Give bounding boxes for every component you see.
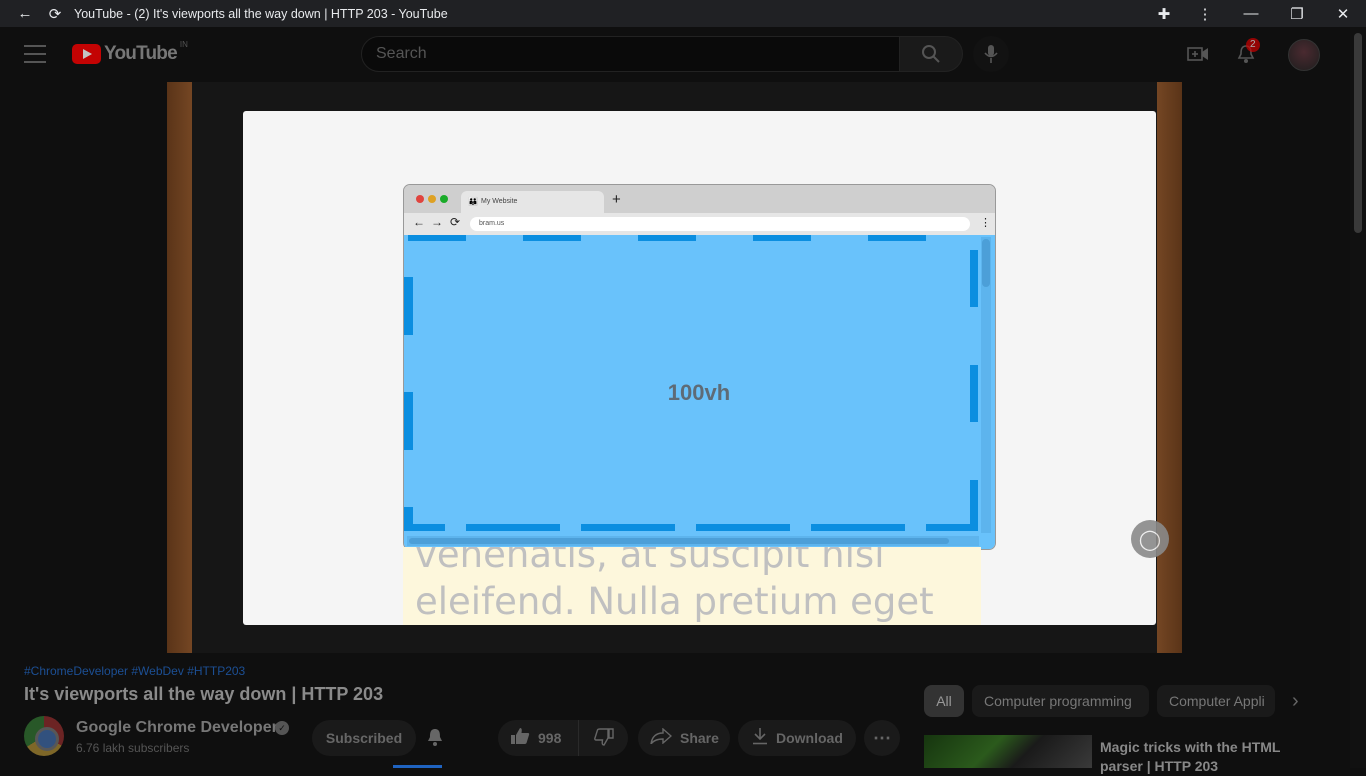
like-button[interactable]: 998 bbox=[498, 720, 578, 756]
page-scrollbar-thumb[interactable] bbox=[1354, 33, 1362, 233]
mock-close-dot bbox=[416, 195, 424, 203]
like-count: 998 bbox=[538, 730, 562, 746]
browser-menu-icon[interactable]: ⋮ bbox=[1182, 0, 1228, 27]
notification-count-badge: 2 bbox=[1246, 38, 1260, 52]
viewport-dashed-border-bottom bbox=[408, 524, 973, 531]
lorem-text-block: venenatis, at suscipit nisi eleifend. Nu… bbox=[403, 547, 981, 625]
verified-icon: ✓ bbox=[275, 721, 289, 735]
download-label: Download bbox=[776, 730, 843, 746]
create-video-icon[interactable] bbox=[1184, 40, 1212, 68]
mock-horizontal-scrollbar bbox=[407, 536, 979, 546]
video-hashtags[interactable]: #ChromeDeveloper #WebDev #HTTP203 bbox=[24, 664, 245, 678]
minimize-icon[interactable]: — bbox=[1228, 0, 1274, 27]
mic-icon bbox=[984, 45, 998, 63]
mock-horizontal-thumb bbox=[409, 538, 949, 544]
subscriber-count: 6.76 lakh subscribers bbox=[76, 741, 190, 755]
chevron-right-icon[interactable]: › bbox=[1292, 690, 1299, 713]
video-title: It's viewports all the way down | HTTP 2… bbox=[24, 684, 384, 704]
chip-computer-programming[interactable]: Computer programming bbox=[972, 685, 1149, 717]
youtube-logo[interactable]: YouTube IN bbox=[72, 39, 188, 65]
channel-avatar[interactable] bbox=[24, 716, 64, 756]
search-button[interactable] bbox=[899, 36, 963, 72]
chip-all[interactable]: All bbox=[924, 685, 964, 717]
mock-new-tab-icon: + bbox=[612, 191, 621, 208]
share-icon bbox=[650, 726, 673, 749]
family-icon: 👪 bbox=[468, 197, 478, 206]
mock-vertical-thumb bbox=[982, 239, 990, 287]
chrome-logo-icon: ◯ bbox=[1131, 520, 1169, 558]
mock-url-bar: bram.us bbox=[470, 217, 970, 231]
channel-name[interactable]: Google Chrome Developers bbox=[76, 719, 287, 737]
mock-browser-navbar: ← → ⟳ bram.us ⋮ bbox=[404, 213, 995, 235]
restore-icon[interactable]: ❐ bbox=[1274, 0, 1320, 27]
share-button[interactable]: Share bbox=[638, 720, 730, 756]
dislike-icon bbox=[593, 727, 614, 749]
mock-browser-window: 👪 My Website + ← → ⟳ bram.us ⋮ 100vh bbox=[403, 184, 996, 550]
mock-reload-icon: ⟳ bbox=[450, 215, 461, 229]
window-titlebar: ← ⟳ YouTube - (2) It's viewports all the… bbox=[0, 0, 1366, 27]
share-label: Share bbox=[680, 730, 719, 746]
download-icon bbox=[752, 727, 768, 750]
recommendation-thumbnail[interactable] bbox=[924, 735, 1092, 768]
mock-minimize-dot bbox=[428, 195, 436, 203]
mock-viewport: 100vh bbox=[404, 235, 995, 549]
download-button[interactable]: Download bbox=[738, 720, 856, 756]
subscribed-label: Subscribed bbox=[325, 730, 403, 746]
notifications-button[interactable]: 2 bbox=[1232, 38, 1260, 68]
video-player[interactable]: 👪 My Website + ← → ⟳ bram.us ⋮ 100vh ven… bbox=[167, 82, 1182, 653]
account-avatar[interactable] bbox=[1288, 39, 1320, 71]
search-box bbox=[361, 36, 900, 72]
more-actions-button[interactable]: ⋯ bbox=[864, 720, 900, 756]
chip-computer-applications[interactable]: Computer Appli bbox=[1157, 685, 1275, 717]
lorem-line: eleifend. Nulla pretium eget bbox=[415, 580, 934, 623]
voice-search-button[interactable] bbox=[973, 36, 1009, 72]
viewport-label: 100vh bbox=[667, 380, 731, 405]
recommendation-title[interactable]: Magic tricks with the HTML parser | HTTP… bbox=[1100, 738, 1300, 776]
mock-browser-tab: 👪 My Website bbox=[461, 191, 604, 213]
reload-icon[interactable]: ⟳ bbox=[40, 0, 70, 27]
mock-maximize-dot bbox=[440, 195, 448, 203]
subscription-bell-icon[interactable] bbox=[425, 727, 445, 752]
search-input[interactable] bbox=[362, 37, 899, 71]
menu-icon[interactable] bbox=[24, 45, 46, 63]
logo-country: IN bbox=[179, 39, 188, 49]
youtube-play-icon bbox=[72, 44, 101, 64]
search-icon bbox=[922, 45, 940, 63]
more-icon: ⋯ bbox=[873, 727, 891, 748]
logo-text: YouTube bbox=[104, 43, 178, 64]
mock-menu-icon: ⋮ bbox=[980, 217, 991, 229]
window-title: YouTube - (2) It's viewports all the way… bbox=[74, 6, 448, 21]
video-screen: 👪 My Website + ← → ⟳ bram.us ⋮ 100vh ven… bbox=[243, 111, 1156, 625]
subscribed-button[interactable]: Subscribed bbox=[312, 720, 416, 756]
like-icon bbox=[510, 727, 530, 750]
page-scrollbar[interactable] bbox=[1350, 27, 1366, 768]
video-monitor-frame: 👪 My Website + ← → ⟳ bram.us ⋮ 100vh ven… bbox=[192, 82, 1157, 653]
mock-back-icon: ← bbox=[413, 215, 425, 229]
lorem-line: venenatis, at suscipit nisi bbox=[415, 547, 885, 576]
viewport-dashed-border-top bbox=[408, 235, 973, 241]
youtube-header: YouTube IN 2 bbox=[0, 27, 1350, 82]
extensions-icon[interactable]: ✚ bbox=[1146, 0, 1182, 27]
mock-forward-icon: → bbox=[431, 215, 443, 229]
close-icon[interactable]: ✕ bbox=[1320, 0, 1366, 27]
dislike-button[interactable] bbox=[578, 720, 628, 756]
mock-browser-tabstrip: 👪 My Website + bbox=[404, 185, 995, 213]
back-icon[interactable]: ← bbox=[10, 0, 40, 27]
mock-tab-label: My Website bbox=[481, 198, 518, 205]
